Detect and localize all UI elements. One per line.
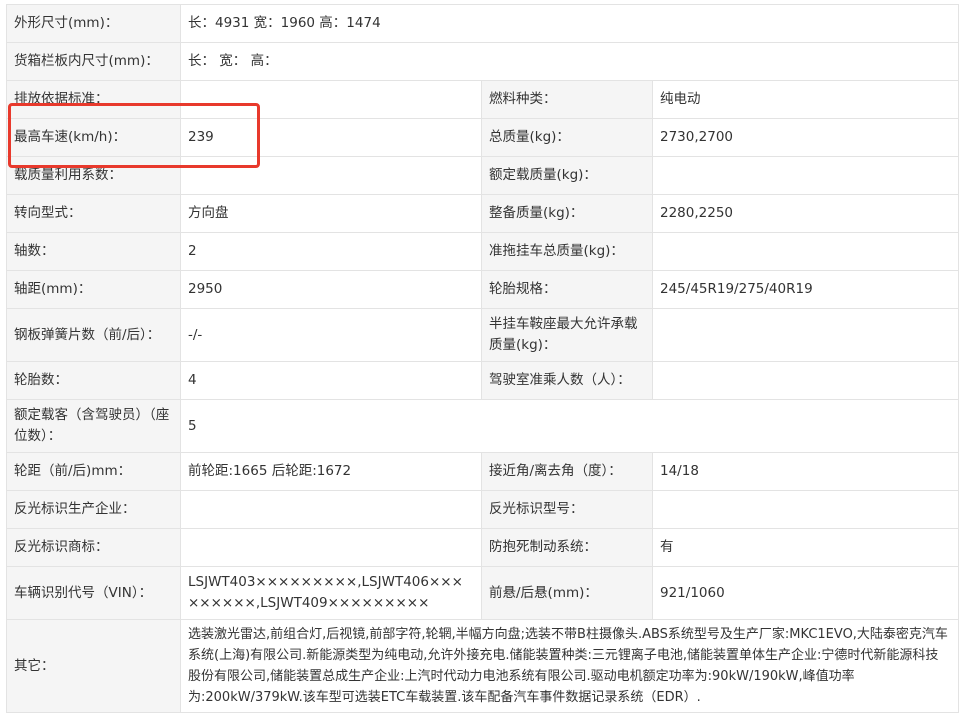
- spec-value: [180, 80, 482, 119]
- spec-label: 接近角/离去角（度）：: [481, 452, 653, 491]
- spec-value: 长：4931 宽：1960 高：1474: [180, 4, 959, 43]
- spec-label: 前悬/后悬(mm)：: [481, 566, 653, 620]
- spec-label: 排放依据标准：: [6, 80, 181, 119]
- spec-label: 外形尺寸(mm)：: [6, 4, 181, 43]
- spec-label: 载质量利用系数：: [6, 156, 181, 195]
- table-row: 额定载客（含驾驶员）（座位数）： 5: [6, 399, 959, 453]
- table-row: 载质量利用系数： 额定载质量(kg)：: [6, 156, 959, 195]
- spec-value: 245/45R19/275/40R19: [652, 270, 959, 309]
- spec-label: 转向型式：: [6, 194, 181, 233]
- spec-label: 轴数：: [6, 232, 181, 271]
- vehicle-spec-table: 外形尺寸(mm)： 长：4931 宽：1960 高：1474 货箱栏板内尺寸(m…: [6, 4, 959, 713]
- other-notes-value: 选装激光雷达,前组合灯,后视镜,前部字符,轮辋,半幅方向盘;选装不带B柱摄像头.…: [180, 619, 959, 713]
- spec-value: 方向盘: [180, 194, 482, 233]
- spec-label: 半挂车鞍座最大允许承载质量(kg)：: [481, 308, 653, 362]
- table-row: 排放依据标准： 燃料种类： 纯电动: [6, 80, 959, 119]
- spec-label: 额定载质量(kg)：: [481, 156, 653, 195]
- spec-value: [652, 361, 959, 400]
- vin-value: LSJWT403×××××××××,LSJWT406×××××××××,LSJW…: [180, 566, 482, 620]
- spec-label: 钢板弹簧片数（前/后）：: [6, 308, 181, 362]
- spec-label: 燃料种类：: [481, 80, 653, 119]
- spec-value: [652, 490, 959, 529]
- spec-label: 反光标识型号：: [481, 490, 653, 529]
- table-row: 钢板弹簧片数（前/后）： -/- 半挂车鞍座最大允许承载质量(kg)：: [6, 308, 959, 362]
- spec-label: 货箱栏板内尺寸(mm)：: [6, 42, 181, 81]
- spec-value: 14/18: [652, 452, 959, 491]
- spec-label: 整备质量(kg)：: [481, 194, 653, 233]
- spec-value: 2280,2250: [652, 194, 959, 233]
- spec-label: 最高车速(km/h)：: [6, 118, 181, 157]
- spec-value: [652, 232, 959, 271]
- spec-value: 2730,2700: [652, 118, 959, 157]
- spec-label: 驾驶室准乘人数（人）：: [481, 361, 653, 400]
- spec-value: 长： 宽： 高：: [180, 42, 959, 81]
- spec-value: 4: [180, 361, 482, 400]
- table-row: 最高车速(km/h)： 239 总质量(kg)： 2730,2700: [6, 118, 959, 157]
- spec-page: 外形尺寸(mm)： 长：4931 宽：1960 高：1474 货箱栏板内尺寸(m…: [0, 0, 964, 719]
- table-row: 外形尺寸(mm)： 长：4931 宽：1960 高：1474: [6, 4, 959, 43]
- spec-label: 总质量(kg)：: [481, 118, 653, 157]
- spec-label: 轮胎数：: [6, 361, 181, 400]
- table-row: 反光标识商标： 防抱死制动系统： 有: [6, 528, 959, 567]
- spec-value: 有: [652, 528, 959, 567]
- spec-value: 239: [180, 118, 482, 157]
- spec-value: 纯电动: [652, 80, 959, 119]
- table-row: 转向型式： 方向盘 整备质量(kg)： 2280,2250: [6, 194, 959, 233]
- spec-label: 防抱死制动系统：: [481, 528, 653, 567]
- spec-label: 准拖挂车总质量(kg)：: [481, 232, 653, 271]
- spec-label: 轮距（前/后)mm：: [6, 452, 181, 491]
- spec-value: -/-: [180, 308, 482, 362]
- spec-value: 前轮距:1665 后轮距:1672: [180, 452, 482, 491]
- spec-label: 其它：: [6, 619, 181, 713]
- spec-value: 2950: [180, 270, 482, 309]
- spec-label: 反光标识商标：: [6, 528, 181, 567]
- spec-label: 轮胎规格：: [481, 270, 653, 309]
- spec-value: [180, 490, 482, 529]
- table-row: 轮距（前/后)mm： 前轮距:1665 后轮距:1672 接近角/离去角（度）：…: [6, 452, 959, 491]
- table-row: 轴数： 2 准拖挂车总质量(kg)：: [6, 232, 959, 271]
- spec-value: [652, 308, 959, 362]
- spec-label: 反光标识生产企业：: [6, 490, 181, 529]
- table-row: 车辆识别代号（VIN）： LSJWT403×××××××××,LSJWT406×…: [6, 566, 959, 620]
- spec-value: 2: [180, 232, 482, 271]
- spec-label: 车辆识别代号（VIN）：: [6, 566, 181, 620]
- spec-value: 5: [180, 399, 959, 453]
- table-row: 轮胎数： 4 驾驶室准乘人数（人）：: [6, 361, 959, 400]
- table-row: 反光标识生产企业： 反光标识型号：: [6, 490, 959, 529]
- spec-value: [180, 528, 482, 567]
- spec-value: [652, 156, 959, 195]
- spec-label: 额定载客（含驾驶员）（座位数）：: [6, 399, 181, 453]
- table-row: 轴距(mm)： 2950 轮胎规格： 245/45R19/275/40R19: [6, 270, 959, 309]
- table-row: 货箱栏板内尺寸(mm)： 长： 宽： 高：: [6, 42, 959, 81]
- table-row: 其它： 选装激光雷达,前组合灯,后视镜,前部字符,轮辋,半幅方向盘;选装不带B柱…: [6, 619, 959, 713]
- spec-value: 921/1060: [652, 566, 959, 620]
- spec-label: 轴距(mm)：: [6, 270, 181, 309]
- spec-value: [180, 156, 482, 195]
